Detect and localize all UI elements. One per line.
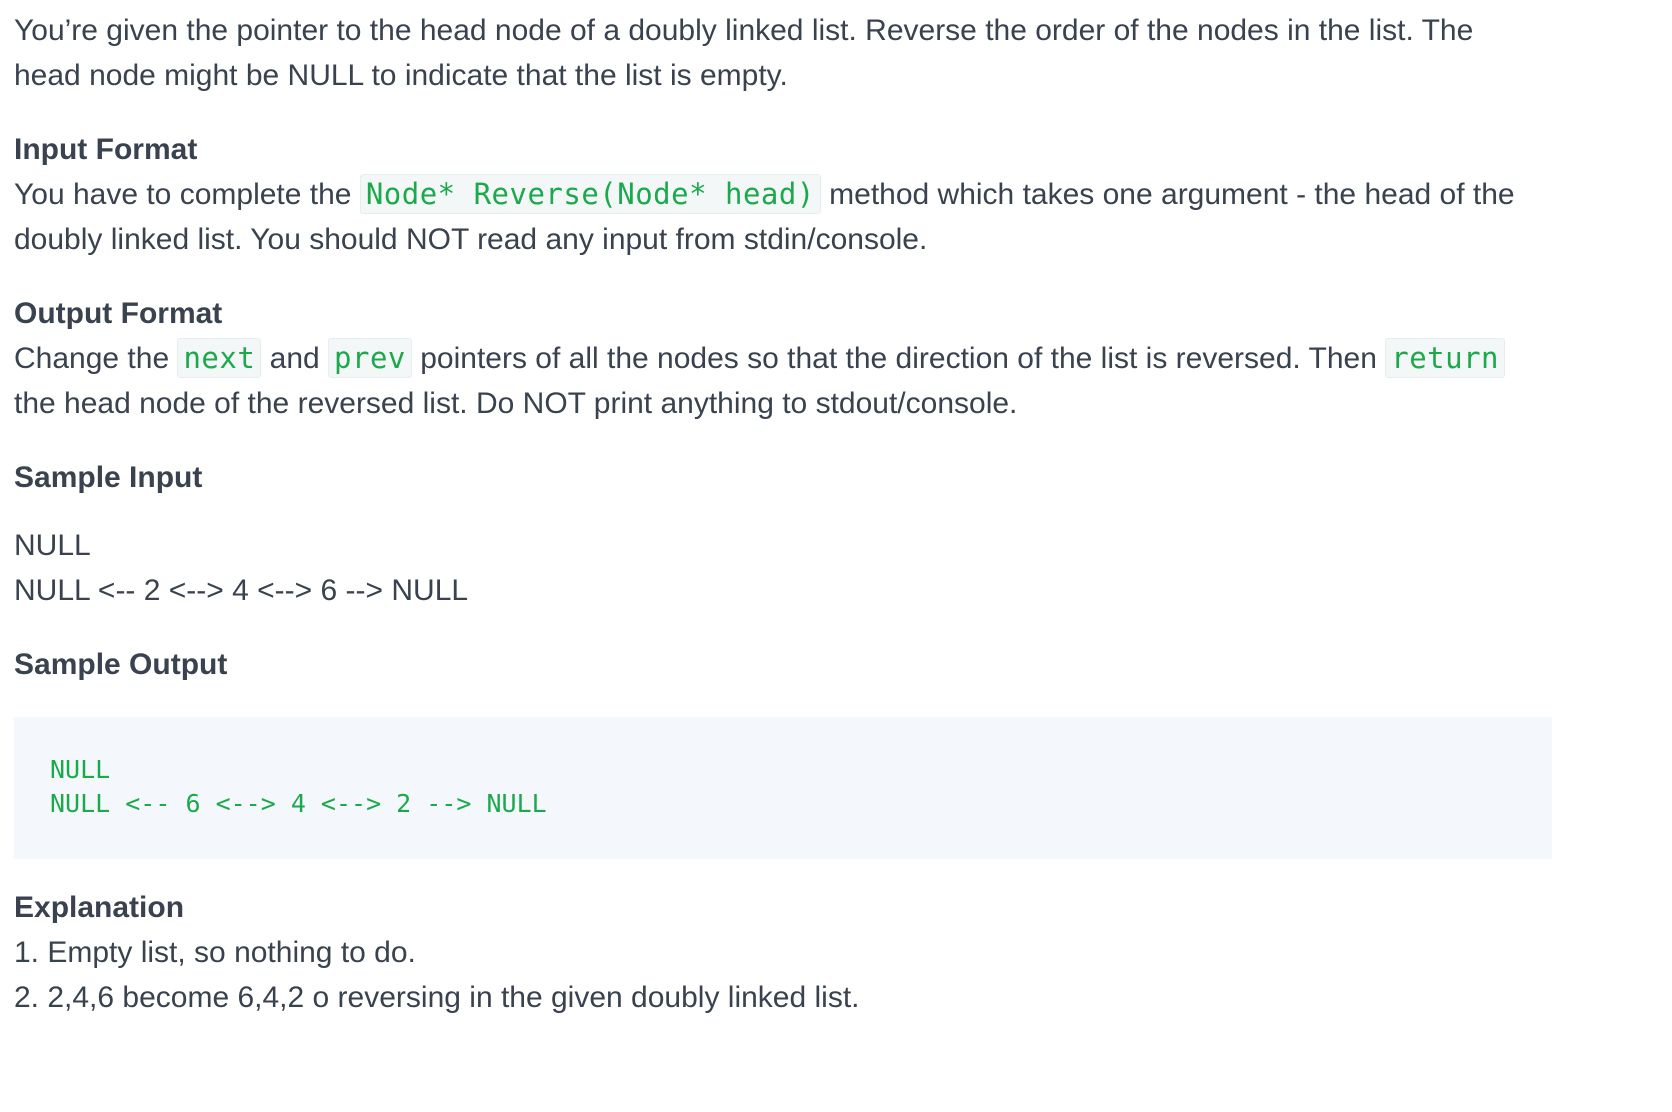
output-format-section: Output Format Change the next and prev p… — [14, 291, 1658, 426]
output-format-text-2: and — [261, 342, 329, 375]
return-code: return — [1385, 338, 1505, 378]
prev-code: prev — [328, 338, 412, 378]
intro-paragraph: You’re given the pointer to the head nod… — [14, 8, 1658, 98]
explanation-item-2: 2. 2,4,6 become 6,4,2 o reversing in the… — [14, 981, 860, 1014]
problem-statement: You’re given the pointer to the head nod… — [0, 0, 1672, 1020]
output-format-line-2: the head node of the reversed list. Do N… — [14, 387, 1018, 420]
sample-input-section: Sample Input NULL NULL <-- 2 <--> 4 <-->… — [14, 455, 1658, 613]
input-format-heading: Input Format — [14, 133, 198, 166]
input-format-line-1: You have to complete the Node* Reverse(N… — [14, 172, 1658, 217]
sample-output-heading: Sample Output — [14, 648, 228, 681]
intro-line-2: head node might be NULL to indicate that… — [14, 59, 788, 92]
input-format-line-2: doubly linked list. You should NOT read … — [14, 223, 928, 256]
output-format-heading: Output Format — [14, 297, 223, 330]
input-format-section: Input Format You have to complete the No… — [14, 127, 1658, 262]
reverse-method-code: Node* Reverse(Node* head) — [359, 174, 821, 214]
input-format-text-before: You have to complete the — [14, 178, 360, 211]
sample-output-section: Sample Output NULL NULL <-- 6 <--> 4 <--… — [14, 642, 1658, 859]
explanation-heading: Explanation — [14, 891, 185, 924]
sample-output-line-1: NULL — [50, 755, 111, 784]
input-format-text-after: method which takes one argument - the he… — [820, 178, 1515, 211]
sample-output-code-block: NULL NULL <-- 6 <--> 4 <--> 2 --> NULL — [14, 717, 1552, 859]
explanation-section: Explanation 1. Empty list, so nothing to… — [14, 885, 1658, 1020]
next-code: next — [177, 338, 262, 378]
output-format-text-3: pointers of all the nodes so that the di… — [411, 342, 1386, 375]
output-format-line-1: Change the next and prev pointers of all… — [14, 336, 1658, 381]
sample-input-line-1: NULL — [14, 529, 91, 562]
explanation-item-1: 1. Empty list, so nothing to do. — [14, 936, 416, 969]
intro-line-1: You’re given the pointer to the head nod… — [14, 14, 1474, 47]
sample-input-heading: Sample Input — [14, 461, 203, 494]
sample-input-line-2: NULL <-- 2 <--> 4 <--> 6 --> NULL — [14, 574, 469, 607]
output-format-text-1: Change the — [14, 342, 178, 375]
sample-output-line-2: NULL <-- 6 <--> 4 <--> 2 --> NULL — [50, 789, 547, 818]
sample-input-block: NULL NULL <-- 2 <--> 4 <--> 6 --> NULL — [14, 523, 1658, 613]
